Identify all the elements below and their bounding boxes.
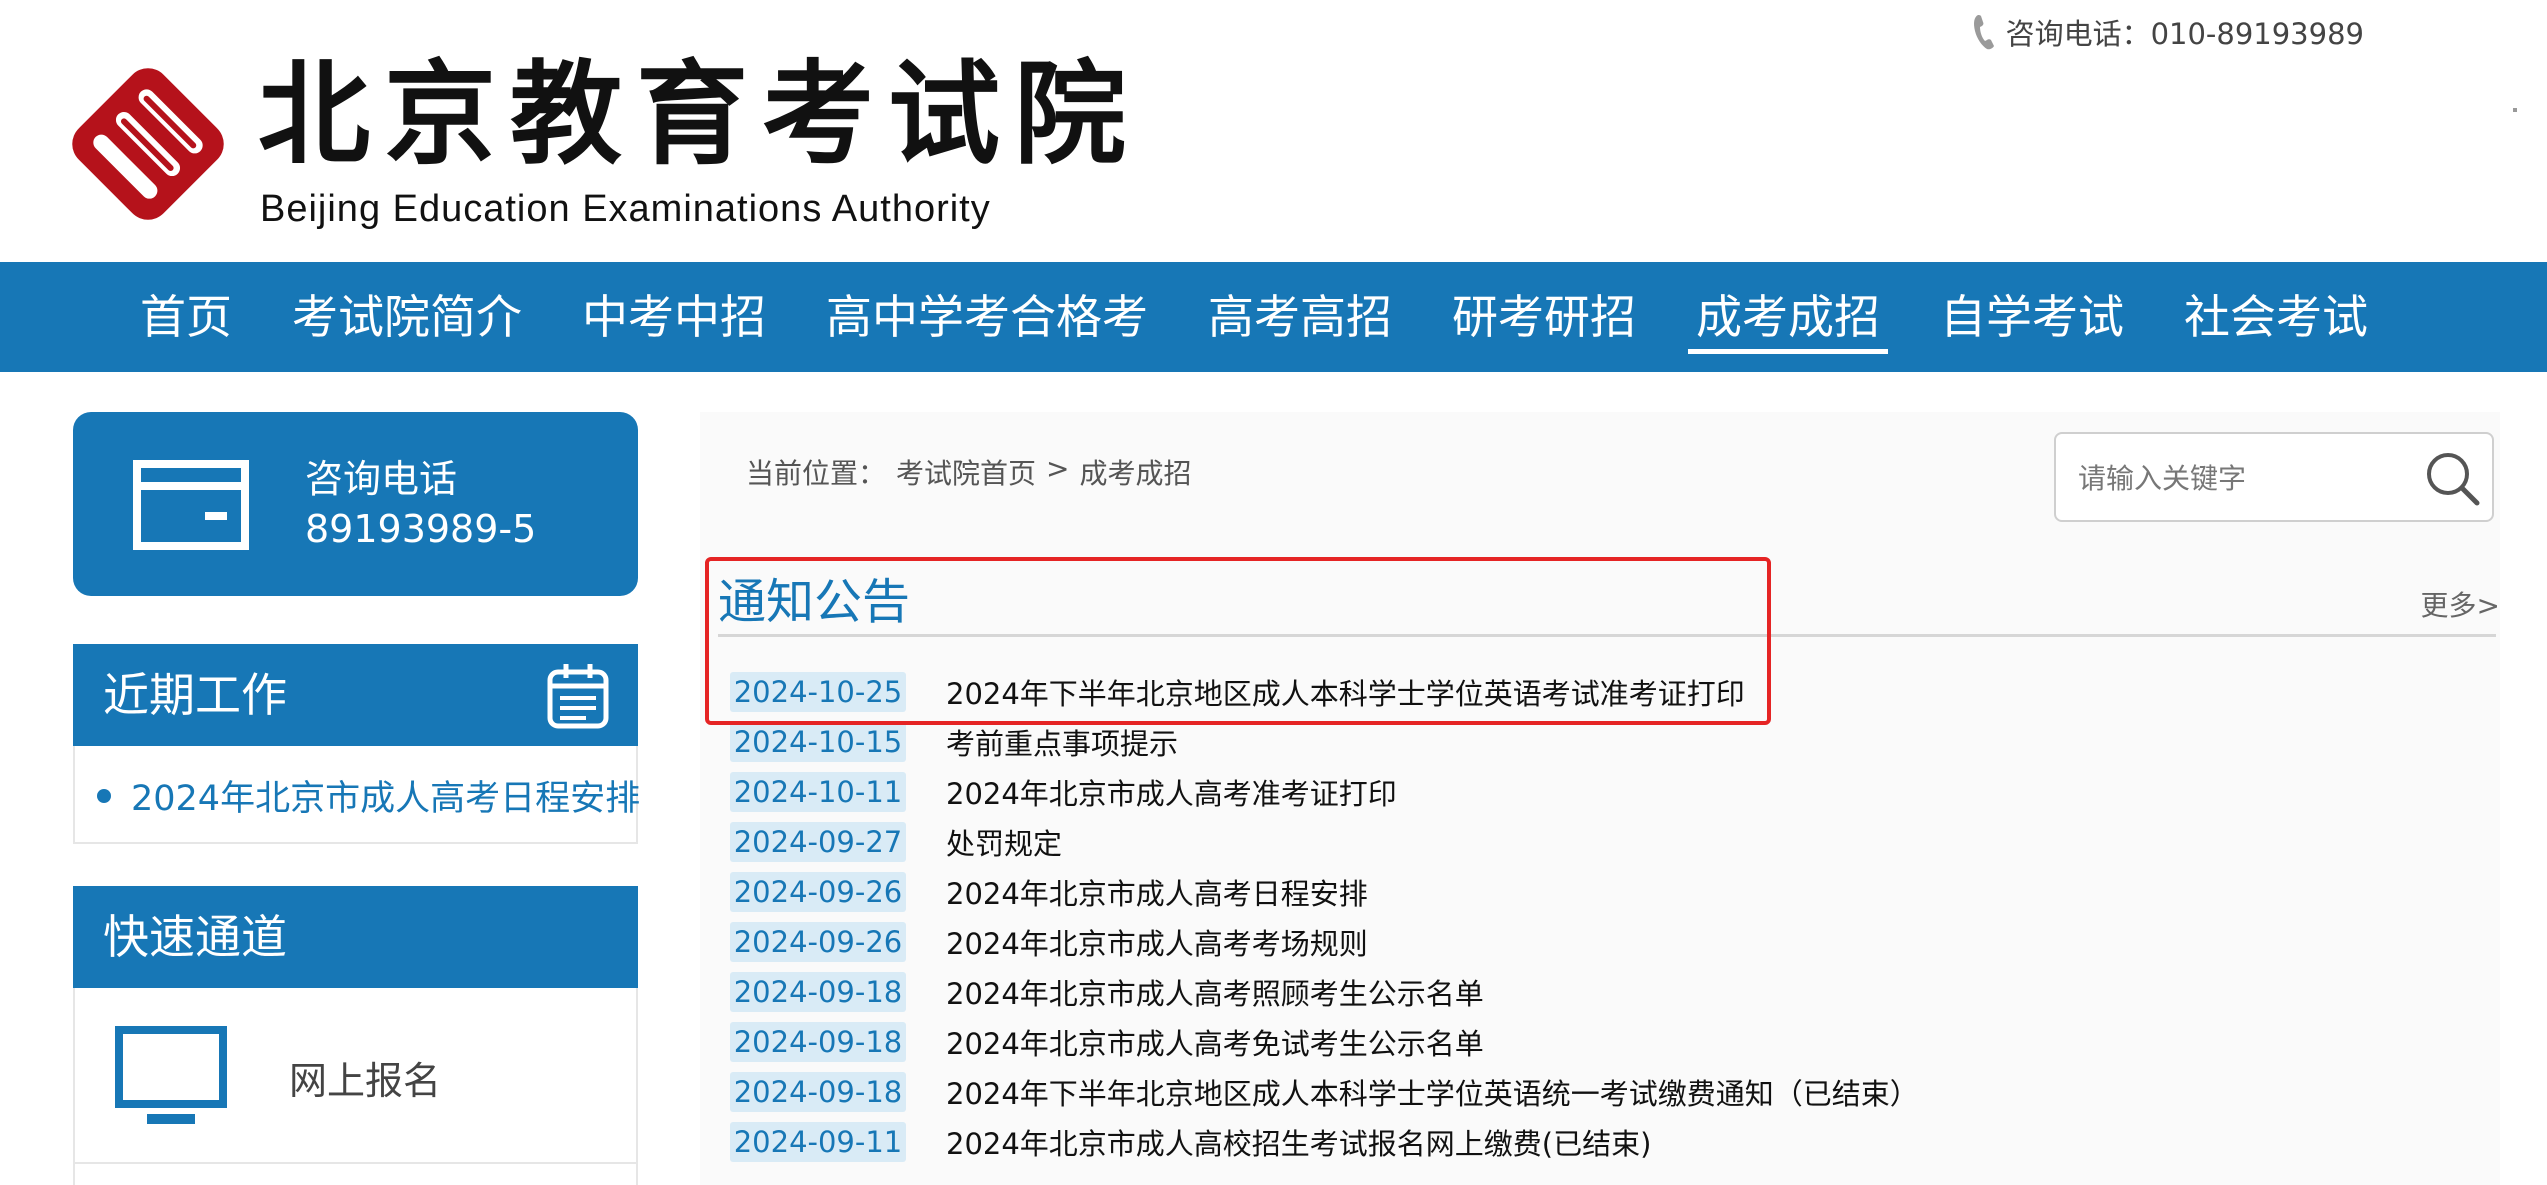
- breadcrumb-current[interactable]: 成考成招: [1080, 452, 1192, 492]
- notice-item[interactable]: 2024-09-18 2024年北京市成人高考照顾考生公示名单: [730, 967, 2490, 1017]
- section-divider: [718, 634, 2496, 637]
- quick-entry-label: 网上报名: [289, 1059, 442, 1103]
- recent-work-title: 近期工作: [103, 668, 287, 722]
- notice-item[interactable]: 2024-09-18 2024年下半年北京地区成人本科学士学位英语统一考试缴费通…: [730, 1067, 2490, 1117]
- recent-work-header: 近期工作: [73, 644, 638, 746]
- nav-item-zhongkao[interactable]: 中考中招: [552, 262, 796, 372]
- notice-title[interactable]: 2024年北京市成人高考免试考生公示名单: [946, 1021, 1484, 1063]
- notice-title[interactable]: 2024年北京市成人高考日程安排: [946, 871, 1368, 913]
- notice-date: 2024-10-11: [730, 772, 906, 812]
- hotline-card[interactable]: 咨询电话 89193989-5: [73, 412, 638, 596]
- notice-title[interactable]: 2024年下半年北京地区成人本科学士学位英语统一考试缴费通知（已结束）: [946, 1071, 1919, 1113]
- recent-work-item-label: 2024年北京市成人高考日程安排: [131, 779, 641, 819]
- notice-date: 2024-09-18: [730, 1072, 906, 1112]
- section-title-notices: 通知公告: [718, 574, 911, 630]
- nav-item-shehui[interactable]: 社会考试: [2154, 262, 2398, 372]
- nav-item-about[interactable]: 考试院简介: [262, 262, 552, 372]
- notice-date: 2024-09-18: [730, 1022, 906, 1062]
- hotline-card-title: 咨询电话: [305, 457, 458, 501]
- breadcrumb-separator: >: [1046, 452, 1070, 485]
- monitor-icon: [115, 1026, 227, 1124]
- notice-title[interactable]: 考前重点事项提示: [946, 721, 1178, 763]
- notice-item[interactable]: 2024-10-15 考前重点事项提示: [730, 717, 2490, 767]
- hotline-text: 咨询电话：010-89193989: [2005, 17, 2364, 51]
- breadcrumb: 当前位置： 考试院首页 > 成考成招: [746, 452, 1192, 492]
- notice-date: 2024-10-25: [730, 672, 906, 712]
- header-hotline: 咨询电话：010-89193989: [1972, 12, 2364, 52]
- nav-item-xuekao[interactable]: 高中学考合格考: [796, 262, 1178, 372]
- notice-item[interactable]: 2024-10-25 2024年下半年北京地区成人本科学士学位英语考试准考证打印: [730, 667, 2490, 717]
- site-logo[interactable]: 北京教育考试院 Beijing Education Examinations A…: [68, 50, 1126, 240]
- hotline-card-number: 89193989-5: [305, 507, 537, 551]
- nav-item-chengkao[interactable]: 成考成招: [1666, 262, 1910, 372]
- recent-work-list: 2024年北京市成人高考日程安排: [73, 746, 640, 844]
- notice-date: 2024-10-15: [730, 722, 906, 762]
- recent-work-item[interactable]: 2024年北京市成人高考日程安排: [97, 770, 640, 821]
- hotline-card-text: 咨询电话 89193989-5: [305, 454, 536, 554]
- notice-date: 2024-09-26: [730, 872, 906, 912]
- main-content: 当前位置： 考试院首页 > 成考成招 通知公告 更多> 2024-10-25 2…: [700, 412, 2500, 1185]
- notice-date: 2024-09-27: [730, 822, 906, 862]
- notice-title[interactable]: 2024年下半年北京地区成人本科学士学位英语考试准考证打印: [946, 671, 1745, 713]
- quick-access-title: 快速通道: [103, 910, 287, 964]
- breadcrumb-prefix: 当前位置：: [746, 457, 887, 490]
- notice-date: 2024-09-18: [730, 972, 906, 1012]
- quick-access-list: 网上报名: [73, 988, 638, 1185]
- main-nav: 首页 考试院简介 中考中招 高中学考合格考 高考高招 研考研招 成考成招 自学考…: [0, 262, 2547, 372]
- quick-access-header: 快速通道: [73, 886, 638, 988]
- nav-item-zixue[interactable]: 自学考试: [1910, 262, 2154, 372]
- search-box: [2054, 432, 2494, 522]
- bullet-icon: [97, 788, 111, 803]
- notice-item[interactable]: 2024-09-26 2024年北京市成人高考考场规则: [730, 917, 2490, 967]
- notice-title[interactable]: 2024年北京市成人高考准考证打印: [946, 771, 1397, 813]
- notice-title[interactable]: 2024年北京市成人高考考场规则: [946, 921, 1368, 963]
- phone-icon: [1973, 15, 1994, 50]
- nav-item-home[interactable]: 首页: [110, 262, 262, 372]
- notice-item[interactable]: 2024-09-11 2024年北京市成人高校招生考试报名网上缴费(已结束): [730, 1117, 2490, 1167]
- notice-date: 2024-09-26: [730, 922, 906, 962]
- decorative-dot: [2513, 108, 2517, 112]
- search-input[interactable]: [2076, 454, 2406, 502]
- notice-item[interactable]: 2024-09-18 2024年北京市成人高考免试考生公示名单: [730, 1017, 2490, 1067]
- more-link[interactable]: 更多>: [2421, 584, 2500, 624]
- id-card-icon: [133, 460, 249, 550]
- notice-item[interactable]: 2024-09-27 处罚规定: [730, 817, 2490, 867]
- notice-item[interactable]: 2024-09-26 2024年北京市成人高考日程安排: [730, 867, 2490, 917]
- quick-entry-online-registration[interactable]: 网上报名: [75, 988, 636, 1164]
- nav-item-gaokao[interactable]: 高考高招: [1178, 262, 1422, 372]
- notice-date: 2024-09-11: [730, 1122, 906, 1162]
- notice-title[interactable]: 2024年北京市成人高考照顾考生公示名单: [946, 971, 1484, 1013]
- breadcrumb-home-link[interactable]: 考试院首页: [896, 452, 1036, 492]
- notice-title[interactable]: 2024年北京市成人高校招生考试报名网上缴费(已结束): [946, 1121, 1651, 1163]
- nav-item-yankao[interactable]: 研考研招: [1422, 262, 1666, 372]
- nav-items: 首页 考试院简介 中考中招 高中学考合格考 高考高招 研考研招 成考成招 自学考…: [110, 262, 2398, 372]
- logo-chinese-name: 北京教育考试院: [258, 49, 1140, 180]
- site-header: 北京教育考试院 Beijing Education Examinations A…: [0, 0, 2547, 262]
- search-icon[interactable]: [2422, 448, 2482, 508]
- notice-title[interactable]: 处罚规定: [946, 821, 1062, 863]
- notice-list: 2024-10-25 2024年下半年北京地区成人本科学士学位英语考试准考证打印…: [730, 667, 2490, 1167]
- calendar-icon: [547, 664, 609, 729]
- logo-english-name: Beijing Education Examinations Authority: [260, 188, 991, 230]
- logo-mark-icon: [72, 68, 224, 220]
- notice-item[interactable]: 2024-10-11 2024年北京市成人高考准考证打印: [730, 767, 2490, 817]
